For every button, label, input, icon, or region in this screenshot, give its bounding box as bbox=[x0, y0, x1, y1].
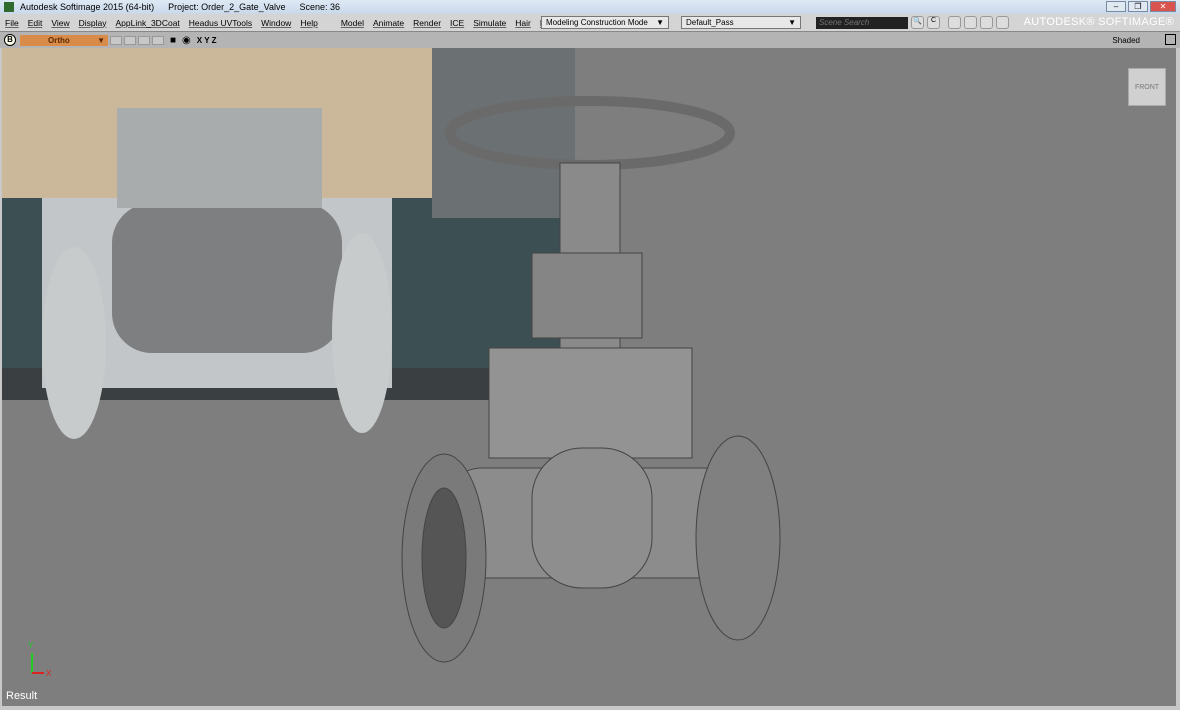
softimage-logo-icon bbox=[4, 2, 14, 12]
minimize-button[interactable]: – bbox=[1106, 1, 1126, 12]
chevron-down-icon: ▼ bbox=[788, 18, 796, 27]
axis-y-label: Y bbox=[28, 641, 34, 650]
menu-file[interactable]: File bbox=[5, 18, 19, 28]
viewport-slot[interactable] bbox=[124, 35, 136, 45]
scene-render: Y X bbox=[2, 48, 781, 678]
axis-gizmo: Y X bbox=[28, 641, 52, 678]
eye-icon[interactable]: ◉ bbox=[182, 35, 191, 46]
brand-logo: AUTODESK® SOFTIMAGE® bbox=[1023, 16, 1174, 28]
view-label: Ortho bbox=[48, 35, 70, 45]
mode-label: Modeling Construction Mode bbox=[546, 18, 648, 27]
menu-window[interactable]: Window bbox=[261, 18, 291, 28]
mode-dropdown[interactable]: Modeling Construction Mode ▼ bbox=[541, 16, 669, 29]
status-text: Result bbox=[6, 690, 38, 702]
project-name: Project: Order_2_Gate_Valve bbox=[168, 2, 286, 12]
search-icon[interactable]: 🔍 bbox=[911, 16, 924, 29]
pass-label: Default_Pass bbox=[686, 18, 734, 27]
viewport-header: B Ortho ▼ ■ ◉ X Y Z Shaded bbox=[0, 31, 1180, 48]
menu-edit[interactable]: Edit bbox=[28, 18, 43, 28]
display-mode-dropdown[interactable]: Shaded bbox=[1112, 36, 1140, 45]
camera-icon[interactable]: ■ bbox=[170, 35, 176, 46]
close-button[interactable]: ✕ bbox=[1150, 1, 1176, 12]
title-bar: Autodesk Softimage 2015 (64-bit) Project… bbox=[0, 0, 1180, 14]
axis-buttons[interactable]: X Y Z bbox=[197, 36, 217, 45]
chevron-down-icon: ▼ bbox=[656, 18, 664, 27]
menu-view[interactable]: View bbox=[51, 18, 69, 28]
app-title: Autodesk Softimage 2015 (64-bit) bbox=[20, 2, 155, 12]
viewport[interactable]: Y X FRONT Result bbox=[2, 48, 1176, 706]
snap-grid-icon[interactable] bbox=[964, 16, 977, 29]
snap-point-icon[interactable] bbox=[980, 16, 993, 29]
menu-simulate[interactable]: Simulate bbox=[473, 18, 506, 28]
clear-icon[interactable]: C bbox=[927, 16, 940, 29]
viewport-camera-badge[interactable]: B bbox=[4, 34, 16, 46]
chevron-down-icon: ▼ bbox=[97, 35, 105, 45]
axis-x-label: X bbox=[46, 669, 52, 678]
menu-display[interactable]: Display bbox=[79, 18, 107, 28]
view-dropdown[interactable]: Ortho ▼ bbox=[20, 34, 108, 46]
menu-render[interactable]: Render bbox=[413, 18, 441, 28]
pass-dropdown[interactable]: Default_Pass ▼ bbox=[681, 16, 801, 29]
restore-button[interactable]: ❐ bbox=[1128, 1, 1148, 12]
scene-name: Scene: 36 bbox=[299, 2, 341, 12]
menu-animate[interactable]: Animate bbox=[373, 18, 404, 28]
menu-bar: File Edit View Display AppLink_3DCoat Headus … bbox=[0, 14, 1180, 31]
menu-help[interactable]: Help bbox=[300, 18, 317, 28]
menu-ice[interactable]: ICE bbox=[450, 18, 464, 28]
maximize-viewport-button[interactable] bbox=[1165, 34, 1176, 45]
menu-applink-3dcoat[interactable]: AppLink_3DCoat bbox=[116, 18, 180, 28]
menu-hair[interactable]: Hair bbox=[515, 18, 531, 28]
viewcube[interactable]: FRONT bbox=[1128, 68, 1166, 106]
menu-headus-uvtools[interactable]: Headus UVTools bbox=[189, 18, 252, 28]
menu-model[interactable]: Model bbox=[341, 18, 364, 28]
scene-search-input[interactable] bbox=[816, 16, 908, 29]
viewport-slot[interactable] bbox=[138, 35, 150, 45]
snap-icon[interactable] bbox=[948, 16, 961, 29]
snap-settings-icon[interactable] bbox=[996, 16, 1009, 29]
viewport-slot[interactable] bbox=[110, 35, 122, 45]
viewport-slot[interactable] bbox=[152, 35, 164, 45]
